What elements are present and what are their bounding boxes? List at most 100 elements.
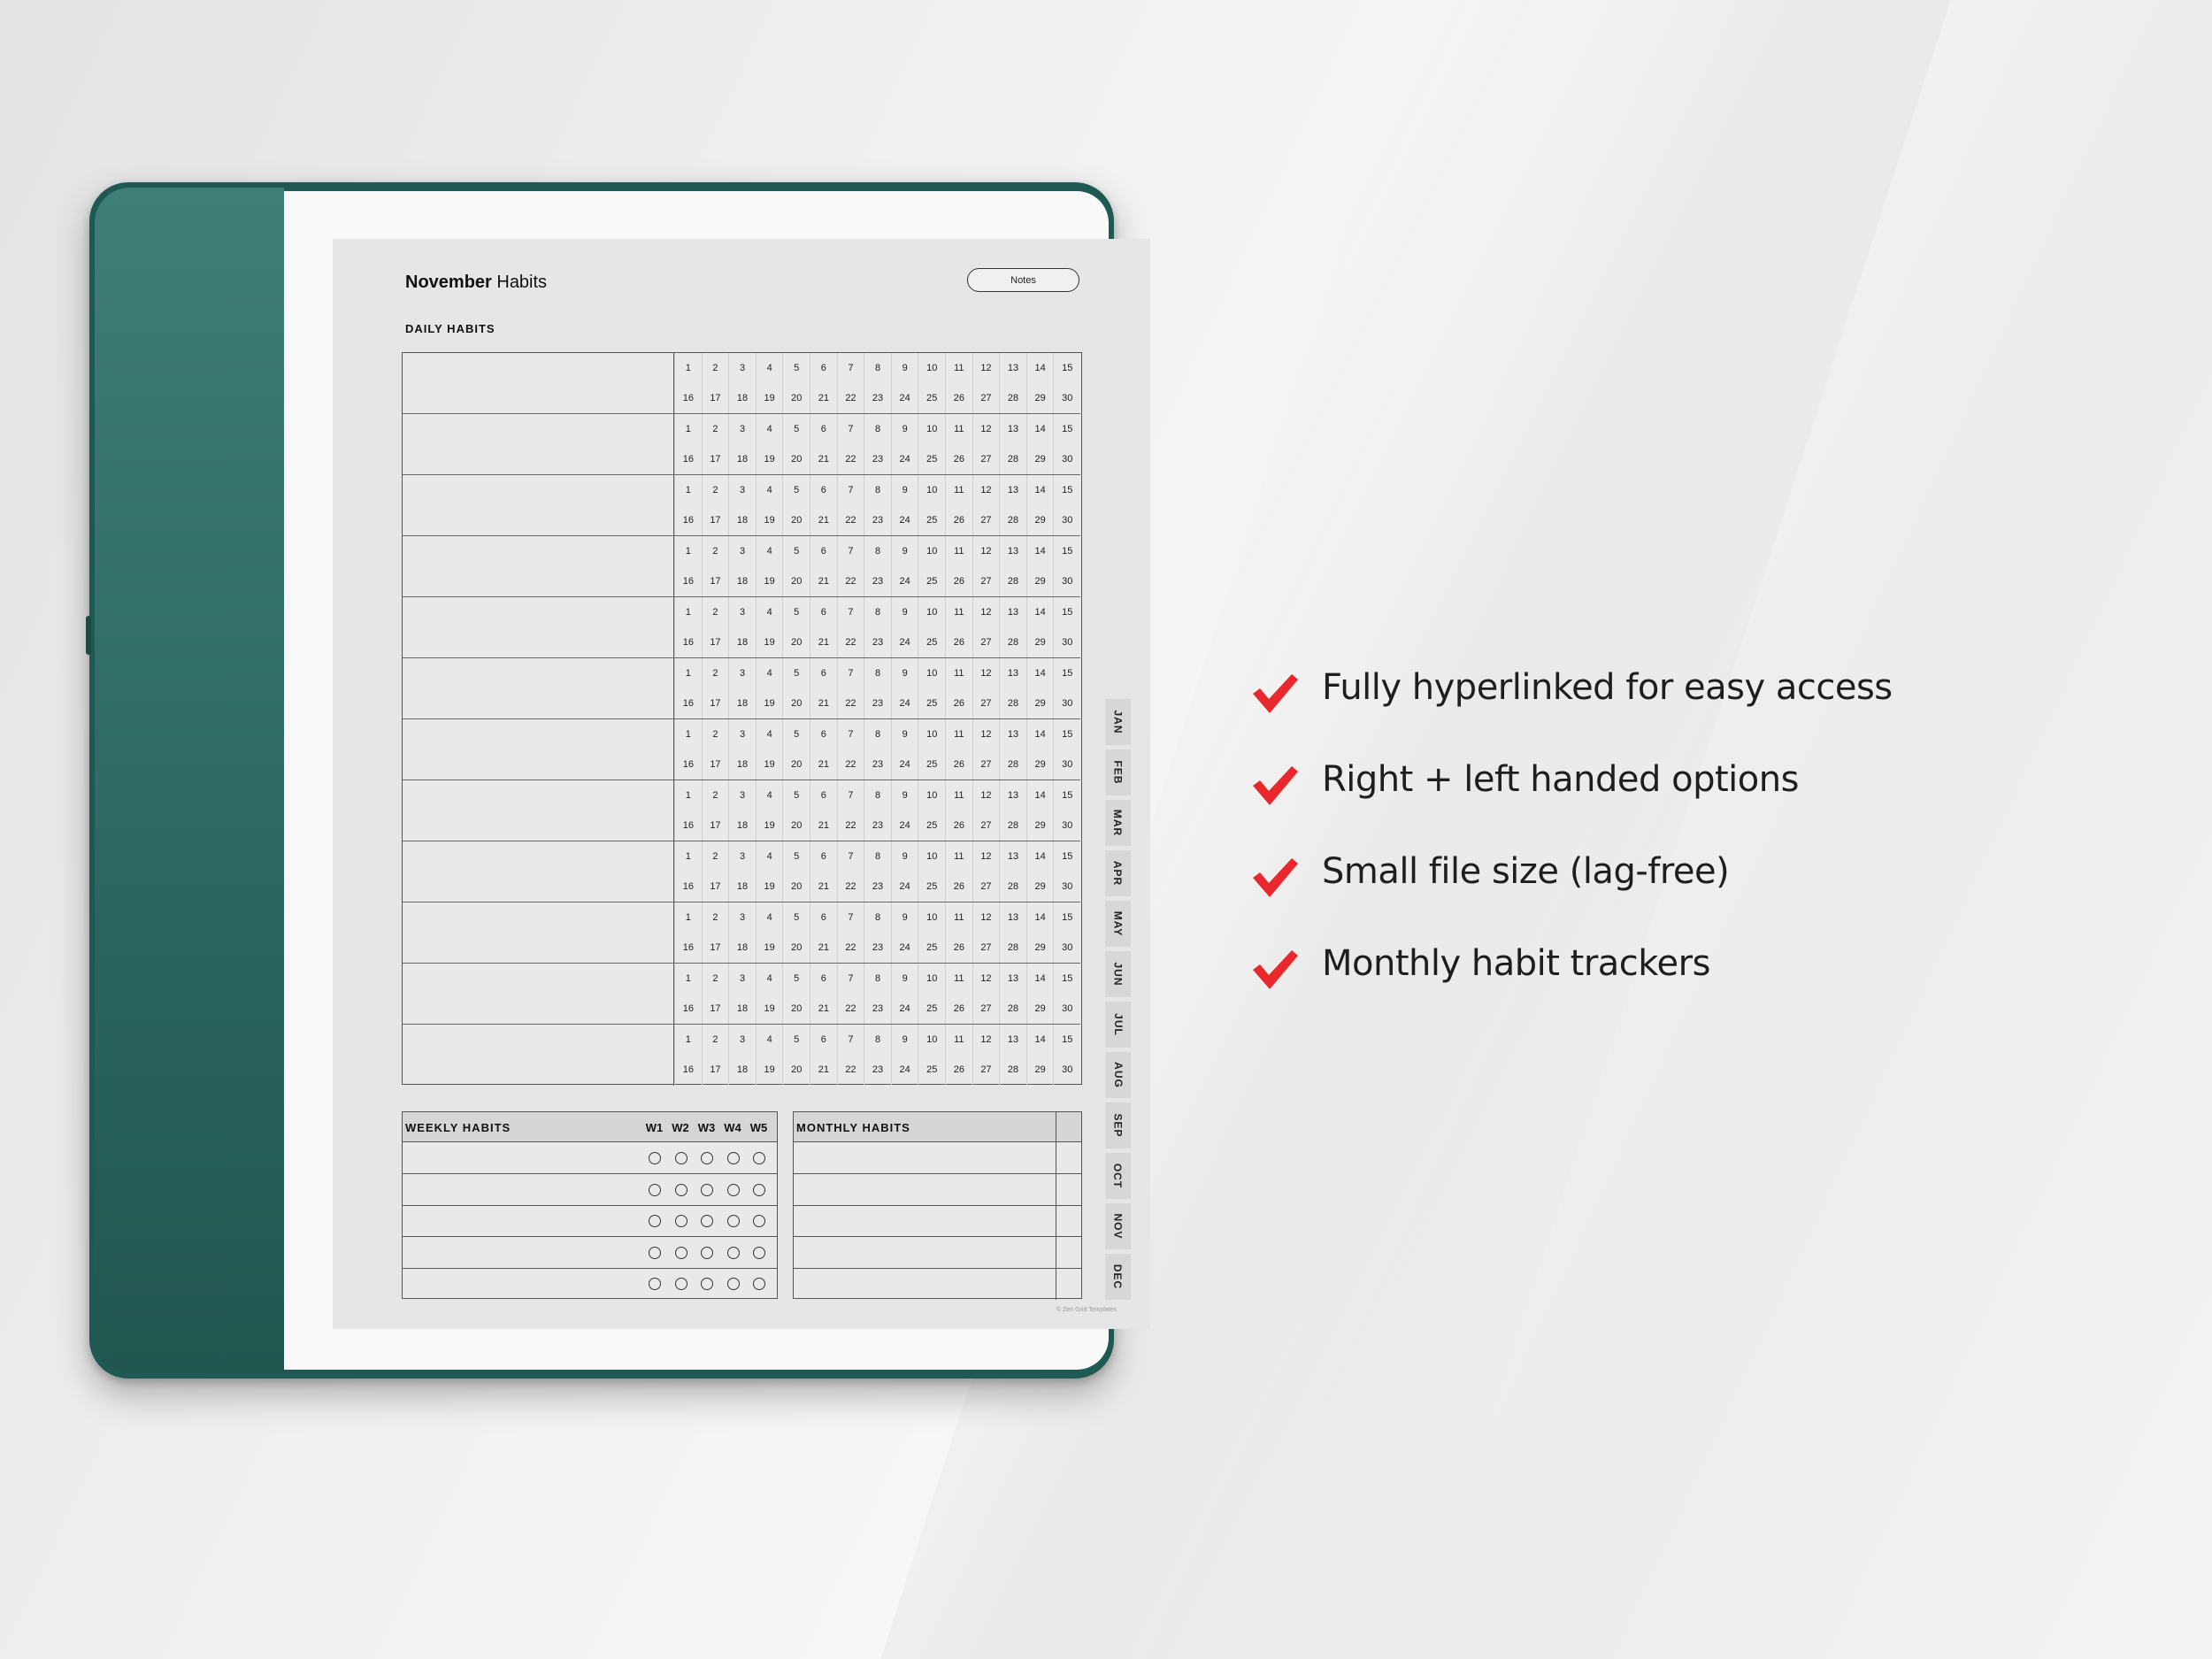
habit-name-cell[interactable]: [403, 536, 674, 596]
day-cell[interactable]: 10: [918, 475, 945, 505]
habit-name-cell[interactable]: [403, 658, 674, 718]
day-cell[interactable]: 11: [945, 1025, 972, 1055]
day-cell[interactable]: 14: [1025, 597, 1054, 627]
day-cell[interactable]: 3: [728, 536, 756, 566]
day-cell[interactable]: 10: [918, 719, 945, 749]
day-cell[interactable]: 10: [918, 1025, 945, 1055]
day-cell[interactable]: 6: [810, 780, 837, 810]
week-check-circle[interactable]: [649, 1215, 661, 1227]
day-cell[interactable]: 20: [782, 444, 810, 474]
day-cell[interactable]: 4: [755, 353, 783, 383]
day-cell[interactable]: 1: [674, 597, 702, 627]
day-cell[interactable]: 21: [810, 933, 837, 963]
day-cell[interactable]: 3: [728, 964, 756, 994]
day-cell[interactable]: 21: [810, 383, 837, 413]
day-cell[interactable]: 16: [674, 566, 702, 596]
day-cell[interactable]: 3: [728, 719, 756, 749]
day-cell[interactable]: 15: [1053, 780, 1080, 810]
month-tab-feb[interactable]: FEB: [1105, 749, 1131, 795]
day-cell[interactable]: 26: [945, 383, 972, 413]
day-cell[interactable]: 27: [972, 994, 1000, 1024]
day-cell[interactable]: 1: [674, 964, 702, 994]
day-cell[interactable]: 5: [782, 414, 810, 444]
day-cell[interactable]: 30: [1053, 383, 1080, 413]
day-cell[interactable]: 11: [945, 536, 972, 566]
day-cell[interactable]: 19: [755, 749, 783, 780]
day-cell[interactable]: 24: [890, 994, 918, 1024]
day-cell[interactable]: 25: [918, 994, 945, 1024]
day-cell[interactable]: 25: [918, 933, 945, 963]
day-cell[interactable]: 10: [918, 414, 945, 444]
day-cell[interactable]: 15: [1053, 1025, 1080, 1055]
day-cell[interactable]: 4: [755, 841, 783, 872]
day-cell[interactable]: 28: [999, 505, 1026, 535]
day-cell[interactable]: 18: [728, 872, 756, 902]
day-cell[interactable]: 2: [701, 536, 729, 566]
day-cell[interactable]: 13: [999, 414, 1026, 444]
day-cell[interactable]: 7: [836, 475, 864, 505]
day-cell[interactable]: 24: [890, 872, 918, 902]
day-cell[interactable]: 20: [782, 872, 810, 902]
day-cell[interactable]: 15: [1053, 536, 1080, 566]
day-cell[interactable]: 5: [782, 658, 810, 688]
day-cell[interactable]: 29: [1025, 505, 1054, 535]
day-cell[interactable]: 25: [918, 749, 945, 780]
day-cell[interactable]: 20: [782, 933, 810, 963]
day-cell[interactable]: 14: [1025, 902, 1054, 933]
day-cell[interactable]: 4: [755, 902, 783, 933]
day-cell[interactable]: 8: [864, 414, 891, 444]
day-cell[interactable]: 17: [701, 1055, 729, 1085]
day-cell[interactable]: 5: [782, 841, 810, 872]
day-cell[interactable]: 12: [972, 964, 1000, 994]
day-cell[interactable]: 7: [836, 964, 864, 994]
day-cell[interactable]: 18: [728, 994, 756, 1024]
day-cell[interactable]: 6: [810, 475, 837, 505]
day-cell[interactable]: 24: [890, 810, 918, 841]
monthly-habit-row[interactable]: [794, 1236, 1081, 1269]
day-cell[interactable]: 4: [755, 597, 783, 627]
weekly-habit-row[interactable]: [403, 1268, 777, 1300]
day-cell[interactable]: 4: [755, 475, 783, 505]
day-cell[interactable]: 17: [701, 444, 729, 474]
day-cell[interactable]: 5: [782, 597, 810, 627]
day-cell[interactable]: 7: [836, 1025, 864, 1055]
day-cell[interactable]: 21: [810, 1055, 837, 1085]
day-cell[interactable]: 8: [864, 964, 891, 994]
day-cell[interactable]: 28: [999, 688, 1026, 718]
day-cell[interactable]: 20: [782, 627, 810, 657]
month-tab-dec[interactable]: DEC: [1105, 1254, 1131, 1300]
week-check-circle[interactable]: [674, 1215, 687, 1227]
day-cell[interactable]: 14: [1025, 414, 1054, 444]
day-cell[interactable]: 15: [1053, 353, 1080, 383]
day-cell[interactable]: 13: [999, 353, 1026, 383]
day-cell[interactable]: 11: [945, 964, 972, 994]
day-cell[interactable]: 11: [945, 353, 972, 383]
week-check-circle[interactable]: [701, 1278, 713, 1290]
day-cell[interactable]: 19: [755, 810, 783, 841]
day-cell[interactable]: 9: [890, 475, 918, 505]
day-cell[interactable]: 15: [1053, 964, 1080, 994]
day-cell[interactable]: 9: [890, 780, 918, 810]
day-cell[interactable]: 15: [1053, 841, 1080, 872]
day-cell[interactable]: 4: [755, 1025, 783, 1055]
day-cell[interactable]: 19: [755, 627, 783, 657]
day-cell[interactable]: 19: [755, 1055, 783, 1085]
day-cell[interactable]: 17: [701, 566, 729, 596]
day-cell[interactable]: 3: [728, 597, 756, 627]
month-tab-jul[interactable]: JUL: [1105, 1002, 1131, 1048]
day-cell[interactable]: 5: [782, 475, 810, 505]
day-cell[interactable]: 20: [782, 1055, 810, 1085]
day-cell[interactable]: 22: [836, 1055, 864, 1085]
month-tab-jun[interactable]: JUN: [1105, 951, 1131, 997]
day-cell[interactable]: 16: [674, 688, 702, 718]
day-cell[interactable]: 26: [945, 749, 972, 780]
day-cell[interactable]: 2: [701, 902, 729, 933]
day-cell[interactable]: 13: [999, 1025, 1026, 1055]
day-cell[interactable]: 8: [864, 353, 891, 383]
month-tab-aug[interactable]: AUG: [1105, 1052, 1131, 1098]
day-cell[interactable]: 26: [945, 688, 972, 718]
day-cell[interactable]: 30: [1053, 688, 1080, 718]
day-cell[interactable]: 15: [1053, 902, 1080, 933]
day-cell[interactable]: 21: [810, 872, 837, 902]
habit-name-cell[interactable]: [403, 353, 674, 413]
